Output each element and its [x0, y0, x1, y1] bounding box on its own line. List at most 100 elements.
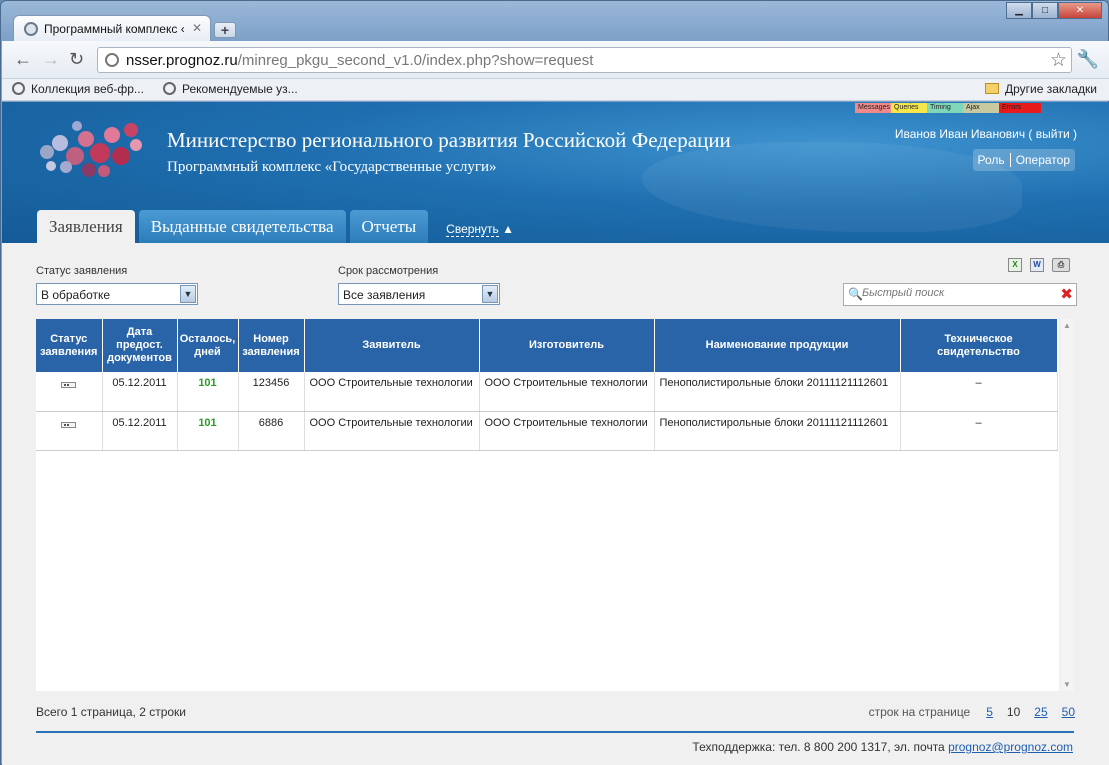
column-header[interactable]: Дата предост. документов	[102, 319, 178, 372]
browser-tab-title: Программный комплекс «	[44, 22, 184, 36]
web-page: Министерство регионального развития Росс…	[2, 102, 1109, 765]
support-email-link[interactable]: prognoz@prognoz.com	[948, 740, 1073, 754]
globe-icon	[163, 82, 176, 95]
chevron-down-icon[interactable]: ▼	[482, 285, 498, 303]
main-tabs: Заявления Выданные свидетельства Отчеты …	[37, 210, 514, 243]
collapse-toggle[interactable]: Свернуть ▲	[446, 210, 514, 243]
other-bookmarks[interactable]: Другие закладки	[985, 82, 1097, 96]
debug-toolbar: Messages Queries Timing Ajax Errors	[855, 103, 1041, 113]
applications-table: Статус заявления Дата предост. документо…	[36, 319, 1059, 691]
debug-item[interactable]: Queries	[891, 103, 927, 113]
footer-divider	[36, 731, 1074, 733]
rows-per-page: строк на странице 5 10 25 50	[869, 705, 1075, 719]
status-icon	[61, 382, 77, 388]
bookmark-item[interactable]: Рекомендуемые уз...	[163, 82, 298, 96]
maker-cell: ООО Строительные технологии	[479, 372, 655, 412]
export-icons: X W ⎙	[1008, 258, 1078, 272]
rows-per-page-label: строк на странице	[868, 705, 971, 719]
globe-icon	[12, 82, 25, 95]
user-name-logout[interactable]: Иванов Иван Иванович ( выйти )	[895, 127, 1077, 141]
new-tab-button[interactable]: +	[214, 22, 236, 38]
role-label: Роль	[977, 153, 1005, 167]
column-header[interactable]: Заявитель	[304, 319, 480, 372]
applicant-cell: ООО Строительные технологии	[304, 411, 480, 451]
site-header: Министерство регионального развития Росс…	[2, 102, 1109, 243]
reload-button[interactable]: ↻	[69, 50, 84, 68]
certificate-cell: –	[900, 372, 1058, 412]
page-size-50[interactable]: 50	[1062, 705, 1075, 719]
table-header-row: Статус заявления Дата предост. документо…	[36, 319, 1058, 372]
date-cell: 05.12.2011	[102, 372, 178, 412]
search-icon: 🔍	[848, 287, 863, 301]
column-header[interactable]: Осталось, дней	[177, 319, 239, 372]
page-size-10-current: 10	[1006, 705, 1021, 719]
scroll-down-icon[interactable]: ▼	[1063, 680, 1071, 689]
chevron-down-icon[interactable]: ▼	[180, 285, 196, 303]
word-export-icon[interactable]: W	[1030, 258, 1044, 272]
debug-item[interactable]: Errors	[999, 103, 1041, 113]
close-window-button[interactable]: ✕	[1058, 2, 1102, 19]
column-header[interactable]: Техническое свидетельство	[900, 319, 1058, 372]
tab-issued-certificates[interactable]: Выданные свидетельства	[138, 210, 346, 243]
print-icon[interactable]: ⎙	[1052, 258, 1070, 272]
debug-item[interactable]: Timing	[927, 103, 963, 113]
days-left-cell: 101	[177, 411, 239, 451]
term-filter-label: Срок рассмотрения	[338, 265, 439, 277]
url-text[interactable]: nsser.prognoz.ru/minreg_pkgu_second_v1.0…	[126, 52, 593, 69]
scroll-up-icon[interactable]: ▲	[1063, 321, 1071, 330]
column-header[interactable]: Наименование продукции	[654, 319, 901, 372]
wrench-icon[interactable]: 🔧	[1077, 49, 1099, 70]
ministry-title: Министерство регионального развития Росс…	[167, 128, 731, 152]
debug-item[interactable]: Messages	[855, 103, 891, 113]
quick-search-input[interactable]	[862, 287, 1052, 299]
table-scrollbar[interactable]: ▲ ▼	[1061, 319, 1074, 691]
applicant-cell: ООО Строительные технологии	[304, 372, 480, 412]
maximize-button[interactable]: □	[1032, 2, 1058, 19]
page-size-5[interactable]: 5	[986, 705, 993, 719]
status-filter-label: Статус заявления	[36, 265, 128, 277]
map-decoration	[642, 142, 1022, 232]
bookmark-star-icon[interactable]: ☆	[1050, 49, 1067, 72]
role-value: Оператор	[1015, 153, 1070, 167]
browser-window: Программный комплекс « ✕ + ▁ □ ✕ ← → ↻ n…	[0, 0, 1109, 765]
product-cell: Пенополистирольные блоки 20111121112601	[654, 411, 901, 451]
window-controls: ▁ □ ✕	[1006, 2, 1102, 20]
days-left-cell: 101	[177, 372, 239, 412]
column-header[interactable]: Изготовитель	[479, 319, 655, 372]
table-row[interactable]: 05.12.2011 101 123456 ООО Строительные т…	[36, 372, 1058, 412]
minimize-button[interactable]: ▁	[1006, 2, 1032, 19]
browser-toolbar: ← → ↻ nsser.prognoz.ru/minreg_pkgu_secon…	[2, 41, 1109, 79]
status-select[interactable]: В обработке ▼	[36, 283, 198, 305]
tab-strip: Программный комплекс « ✕ + ▁ □ ✕	[1, 1, 1108, 41]
term-select[interactable]: Все заявления ▼	[338, 283, 500, 305]
ministry-logo	[32, 117, 147, 192]
close-tab-icon[interactable]: ✕	[192, 21, 202, 35]
complex-subtitle: Программный комплекс «Государственные ус…	[167, 159, 497, 175]
number-cell: 123456	[238, 372, 305, 412]
debug-item[interactable]: Ajax	[963, 103, 999, 113]
column-header[interactable]: Номер заявления	[238, 319, 305, 372]
quick-search: 🔍 ✖	[843, 283, 1077, 306]
maker-cell: ООО Строительные технологии	[479, 411, 655, 451]
address-bar[interactable]: nsser.prognoz.ru/minreg_pkgu_second_v1.0…	[97, 47, 1072, 73]
certificate-cell: –	[900, 411, 1058, 451]
tab-reports[interactable]: Отчеты	[349, 210, 429, 243]
caret-up-icon: ▲	[502, 222, 515, 236]
main-content: Статус заявления В обработке ▼ Срок расс…	[2, 243, 1109, 765]
product-cell: Пенополистирольные блоки 20111121112601	[654, 372, 901, 412]
role-selector[interactable]: Роль Оператор	[972, 149, 1075, 171]
excel-export-icon[interactable]: X	[1008, 258, 1022, 272]
support-footer: Техподдержка: тел. 8 800 200 1317, эл. п…	[692, 740, 1073, 754]
status-icon	[61, 421, 77, 428]
table-row[interactable]: 05.12.2011 101 6886 ООО Строительные тех…	[36, 411, 1058, 451]
forward-button[interactable]: →	[42, 50, 60, 68]
pagination-info: Всего 1 страница, 2 строки	[36, 705, 186, 719]
tab-applications[interactable]: Заявления	[37, 210, 135, 243]
bookmarks-bar: Коллекция веб-фр... Рекомендуемые уз... …	[2, 79, 1109, 101]
browser-tab[interactable]: Программный комплекс « ✕	[13, 15, 211, 41]
bookmark-item[interactable]: Коллекция веб-фр...	[12, 82, 144, 96]
back-button[interactable]: ←	[14, 50, 32, 68]
page-size-25[interactable]: 25	[1034, 705, 1047, 719]
column-header[interactable]: Статус заявления	[36, 319, 103, 372]
clear-search-icon[interactable]: ✖	[1060, 285, 1073, 303]
